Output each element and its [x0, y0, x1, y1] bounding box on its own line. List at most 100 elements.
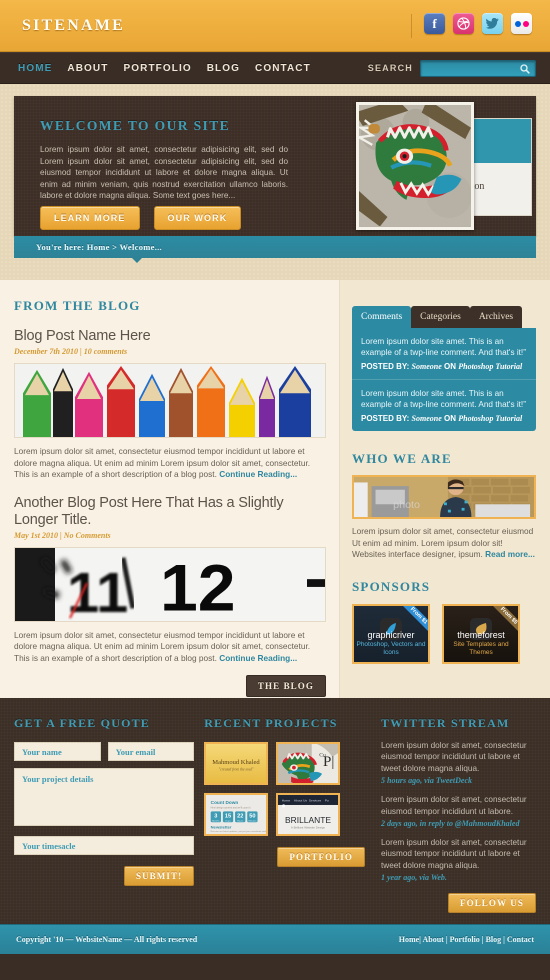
dragon-project-image: P| Cu: [278, 744, 339, 783]
twitter-column: TWITTER STREAM Lorem ipsum dolor sit ame…: [365, 716, 536, 924]
brillante-image: Home About Us Services Po BRILLANTE A Br…: [278, 795, 339, 834]
hero-wrapper: WELCOME TO OUR SITE Lorem ipsum dolor si…: [0, 84, 550, 280]
colored-pencils-image: [15, 364, 325, 437]
nav-item-home[interactable]: HOME: [18, 63, 52, 74]
facebook-icon[interactable]: f: [424, 13, 445, 34]
svg-text:Minutes: Minutes: [249, 819, 258, 822]
search-input[interactable]: [421, 60, 516, 76]
flickr-icon[interactable]: [511, 13, 532, 34]
on-label: ON: [444, 414, 457, 423]
nav-item-about[interactable]: ABOUT: [67, 63, 108, 74]
sponsor-name: themeforest: [457, 629, 505, 640]
quote-column: GET A FREE QUOTE SUBMIT!: [14, 716, 195, 924]
dribbble-icon[interactable]: [453, 13, 474, 34]
svg-text:Receive our latest updates, ju: Receive our latest updates, just put you…: [211, 830, 266, 833]
on-label: ON: [444, 362, 457, 371]
sidebar-column: Comments Categories Archives Lorem ipsum…: [340, 280, 550, 698]
nav-item-contact[interactable]: CONTACT: [255, 63, 311, 74]
hero-slider[interactable]: y this sit struction: [350, 102, 536, 230]
twitter-icon[interactable]: [482, 13, 503, 34]
blog-post: Blog Post Name Here December 7th 2010 | …: [14, 328, 326, 481]
svg-text:Home: Home: [282, 798, 291, 802]
count-down-image: Count Down Html design content and we'll…: [206, 795, 267, 834]
svg-text:Months: Months: [212, 819, 220, 822]
continue-reading-link[interactable]: Continue Reading...: [219, 653, 297, 663]
comment-post-link[interactable]: Photoshop Tutorial: [458, 414, 522, 423]
svg-text:15: 15: [225, 814, 231, 820]
tweet-meta[interactable]: 2 days ago, in reply to @MahmoudKhaled: [381, 819, 536, 828]
comment-item[interactable]: Lorem ipsum dolor site amet. This is an …: [352, 328, 536, 380]
page-root: SITENAME f HOME ABOUT PORTFOLIO BLOG CON…: [0, 0, 550, 980]
submit-button[interactable]: SUBMIT!: [123, 866, 195, 886]
quote-timescale-input[interactable]: [14, 836, 195, 855]
copyright-text: Copyright '10 — WebsiteName — All rights…: [16, 935, 198, 944]
comment-item[interactable]: Lorem ipsum dolor site amet. This is an …: [352, 380, 536, 431]
nav-item-blog[interactable]: BLOG: [207, 63, 240, 74]
svg-text:A Brilliant Website Design: A Brilliant Website Design: [291, 826, 326, 830]
project-thumb-brillante[interactable]: Home About Us Services Po BRILLANTE A Br…: [276, 793, 341, 836]
blog-post: Another Blog Post Here That Has a Slight…: [14, 495, 326, 665]
main-navigation: HOME ABOUT PORTFOLIO BLOG CONTACT SEARCH: [0, 52, 550, 84]
blog-post-title[interactable]: Another Blog Post Here That Has a Slight…: [14, 495, 326, 529]
posted-by-label: POSTED BY:: [361, 362, 410, 371]
blog-post-excerpt: Lorem ipsum dolor sit amet, consectetur …: [14, 446, 326, 481]
svg-text:12: 12: [160, 551, 236, 621]
hero-slide-image[interactable]: [356, 102, 474, 230]
comment-post-link[interactable]: Photoshop Tutorial: [458, 362, 522, 371]
sponsor-label: graphicriver Photoshop, Vectors and Icons: [354, 630, 428, 657]
who-we-are-thumbnail[interactable]: photo: [352, 475, 536, 519]
site-logo[interactable]: SITENAME: [22, 17, 125, 35]
flickr-dots: [514, 20, 529, 27]
search-icon[interactable]: [520, 63, 530, 77]
footer-links[interactable]: Home| About | Portfolio | Blog | Contact: [399, 935, 534, 944]
tweet-text: Lorem ipsum dolor sit amet, consectetur …: [381, 795, 527, 816]
project-thumb-dragon[interactable]: P| Cu: [276, 742, 341, 785]
comment-text: Lorem ipsum dolor site amet. This is an …: [361, 389, 526, 409]
sponsor-graphicriver[interactable]: From $1 graphicriver Photoshop, Vectors a…: [352, 603, 430, 664]
blog-post-title[interactable]: Blog Post Name Here: [14, 328, 326, 345]
blog-button-row: THE BLOG: [14, 674, 326, 697]
sponsor-name: graphicriver: [367, 629, 415, 640]
the-blog-button[interactable]: THE BLOG: [245, 674, 326, 697]
comment-author[interactable]: Someone: [412, 362, 442, 371]
search-box[interactable]: [420, 59, 536, 77]
continue-reading-link[interactable]: Continue Reading...: [219, 469, 297, 479]
tweet-meta[interactable]: 5 hours ago, via TweetDeck: [381, 776, 536, 785]
blog-post-thumbnail[interactable]: 11 12: [14, 546, 326, 622]
projects-grid: Mahmoud Khaled "created from the soul" P…: [204, 742, 365, 836]
tab-archives[interactable]: Archives: [469, 306, 523, 328]
svg-text:photo: photo: [393, 500, 420, 511]
svg-text:Html design content and we'll: Html design content and we'll count it: [211, 807, 251, 810]
search-label: SEARCH: [367, 63, 413, 73]
portfolio-button[interactable]: PORTFOLIO: [277, 847, 365, 867]
read-more-link[interactable]: Read more...: [485, 549, 535, 559]
tab-categories[interactable]: Categories: [411, 306, 470, 328]
quote-name-input[interactable]: [14, 742, 101, 761]
magnifier-glyph: [520, 63, 530, 74]
our-work-button[interactable]: OUR WORK: [153, 206, 242, 230]
project-thumb-count-down[interactable]: Count Down Html design content and we'll…: [204, 793, 269, 836]
quote-timescale-row: [14, 836, 195, 855]
comment-byline: POSTED BY: Someone ON Photoshop Tutorial: [361, 362, 527, 371]
blog-post-meta: December 7th 2010 | 10 comments: [14, 347, 128, 356]
learn-more-button[interactable]: LEARN MORE: [40, 206, 140, 230]
tweet-meta[interactable]: 1 year ago, via Web.: [381, 873, 536, 882]
footer-area: GET A FREE QUOTE SUBMIT! RECENT PROJECTS: [0, 698, 550, 924]
blog-post-thumbnail[interactable]: [14, 363, 326, 438]
portfolio-button-row: PORTFOLIO: [204, 847, 365, 867]
comment-author[interactable]: Someone: [412, 414, 442, 423]
sponsor-themeforest[interactable]: From $5 themeforest Site Templates and Th…: [442, 603, 520, 664]
main-area: FROM THE BLOG Blog Post Name Here Decemb…: [0, 280, 550, 698]
nav-item-portfolio[interactable]: PORTFOLIO: [123, 63, 191, 74]
tab-panel-comments: Lorem ipsum dolor site amet. This is an …: [352, 328, 536, 431]
svg-text:"created from the soul": "created from the soul": [219, 767, 254, 771]
project-thumb-mahmoud-khaled[interactable]: Mahmoud Khaled "created from the soul": [204, 742, 269, 785]
quote-details-textarea[interactable]: [14, 768, 195, 826]
hero-buttons: LEARN MORE OUR WORK: [40, 206, 242, 230]
tab-comments[interactable]: Comments: [352, 306, 412, 328]
blog-section-title: FROM THE BLOG: [14, 298, 141, 313]
mahmoud-khaled-image: Mahmoud Khaled "created from the soul": [206, 744, 267, 783]
quote-email-input[interactable]: [107, 742, 195, 761]
projects-title: RECENT PROJECTS: [204, 716, 338, 730]
follow-us-button[interactable]: FOLLOW US: [448, 893, 536, 914]
